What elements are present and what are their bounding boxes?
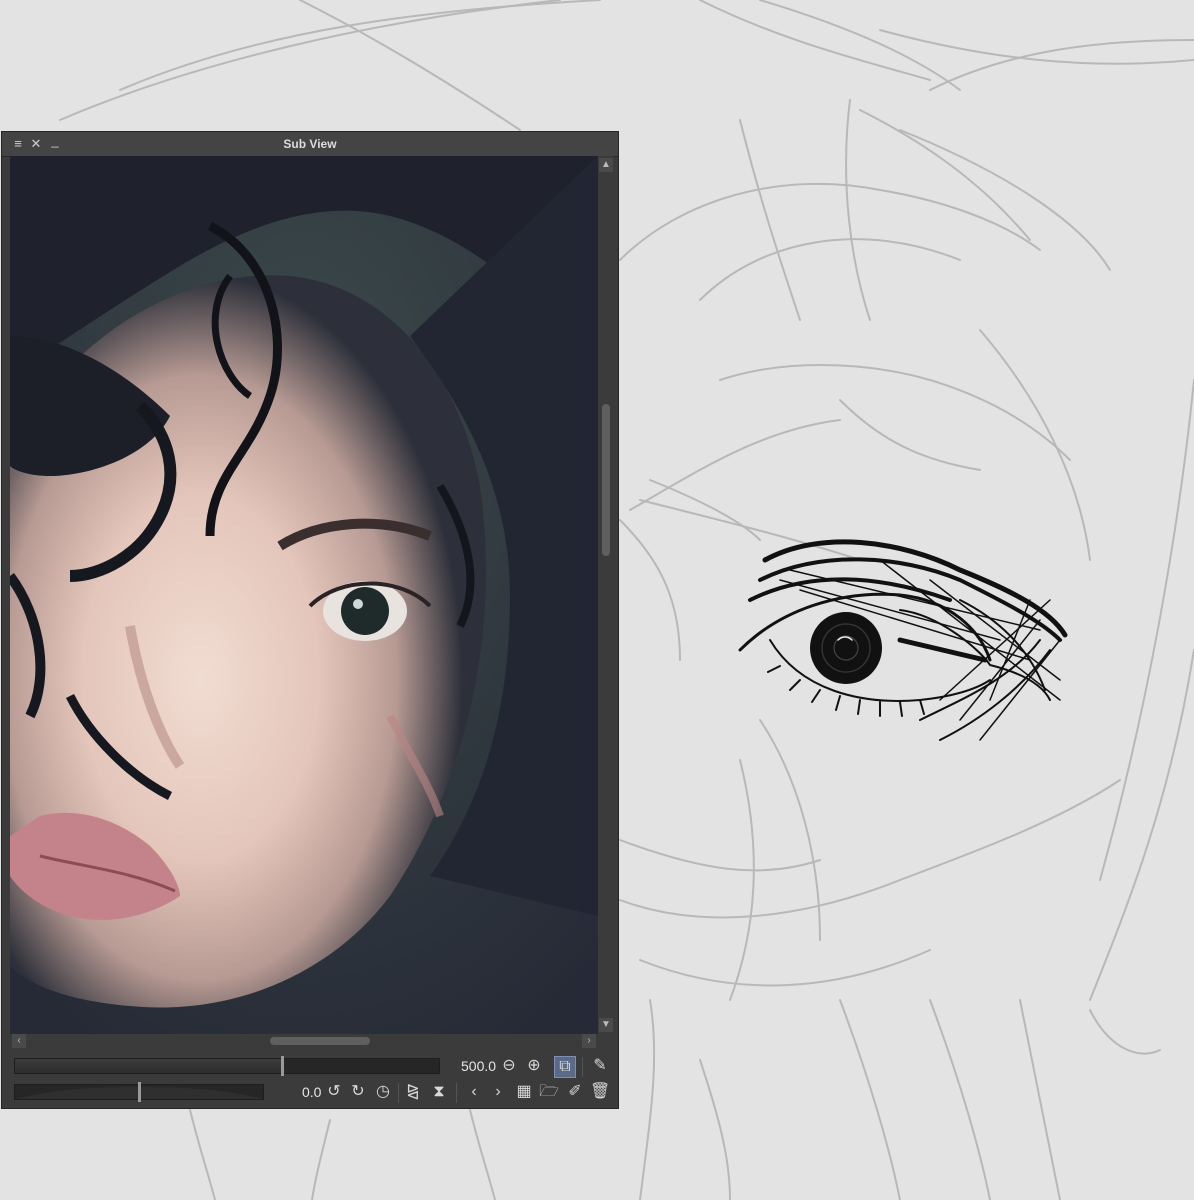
rotate-left-icon[interactable]: ↺ bbox=[324, 1082, 344, 1102]
vertical-scroll-thumb[interactable] bbox=[602, 404, 610, 556]
rotate-right-icon[interactable]: ↻ bbox=[348, 1082, 368, 1102]
vertical-scrollbar[interactable]: ▲ ▼ bbox=[598, 156, 614, 1034]
separator bbox=[398, 1083, 399, 1103]
scroll-left-icon[interactable]: ‹ bbox=[12, 1034, 26, 1048]
scroll-right-icon[interactable]: › bbox=[582, 1034, 596, 1048]
sub-view-controls: 500.0 ⊖ ⊕ ⧉ ✎ 0.0 ↺ ↻ ◷ ⧎ ⧗ ‹ › ▦ 🗁 ✐ 🗑 bbox=[2, 1050, 618, 1108]
zoom-slider[interactable] bbox=[14, 1056, 440, 1076]
rotation-slider[interactable] bbox=[14, 1082, 264, 1102]
reset-rotation-icon[interactable]: ◷ bbox=[373, 1082, 393, 1102]
sub-view-titlebar[interactable]: ≡ ✕ _ Sub View bbox=[2, 132, 618, 157]
zoom-slider-fill bbox=[15, 1059, 283, 1073]
separator bbox=[456, 1083, 457, 1103]
zoom-value: 500.0 bbox=[461, 1058, 497, 1074]
reference-image bbox=[10, 156, 598, 1034]
edit-image-icon[interactable]: ✐ bbox=[565, 1082, 585, 1102]
import-image-icon[interactable]: 🗁 bbox=[539, 1082, 559, 1102]
previous-image-icon[interactable]: ‹ bbox=[464, 1082, 484, 1102]
delete-image-icon[interactable]: 🗑 bbox=[590, 1082, 610, 1102]
reference-image-viewport[interactable] bbox=[10, 156, 598, 1034]
zoom-out-icon[interactable]: ⊖ bbox=[499, 1056, 519, 1076]
scroll-down-icon[interactable]: ▼ bbox=[599, 1018, 613, 1032]
eyedropper-icon[interactable]: ✎ bbox=[590, 1056, 610, 1076]
fit-to-window-icon[interactable]: ⧉ bbox=[554, 1056, 576, 1078]
zoom-in-icon[interactable]: ⊕ bbox=[524, 1056, 544, 1076]
sub-view-panel[interactable]: ≡ ✕ _ Sub View ▲ ▼ ‹ › 500.0 ⊖ ⊕ ⧉ ✎ 0.0… bbox=[1, 131, 619, 1109]
flip-vertical-icon[interactable]: ⧗ bbox=[429, 1082, 449, 1102]
separator bbox=[582, 1057, 583, 1077]
next-image-icon[interactable]: › bbox=[488, 1082, 508, 1102]
flip-horizontal-icon[interactable]: ⧎ bbox=[403, 1082, 423, 1102]
horizontal-scroll-thumb[interactable] bbox=[270, 1037, 370, 1045]
inked-eye-drawing bbox=[738, 539, 1068, 741]
rotation-value: 0.0 bbox=[302, 1084, 322, 1100]
sub-view-title: Sub View bbox=[283, 137, 337, 151]
grid-view-icon[interactable]: ▦ bbox=[514, 1082, 534, 1102]
horizontal-scrollbar[interactable]: ‹ › bbox=[10, 1034, 598, 1048]
scroll-up-icon[interactable]: ▲ bbox=[599, 158, 613, 172]
zoom-slider-handle[interactable] bbox=[281, 1056, 285, 1076]
rotation-slider-handle[interactable] bbox=[138, 1082, 141, 1102]
